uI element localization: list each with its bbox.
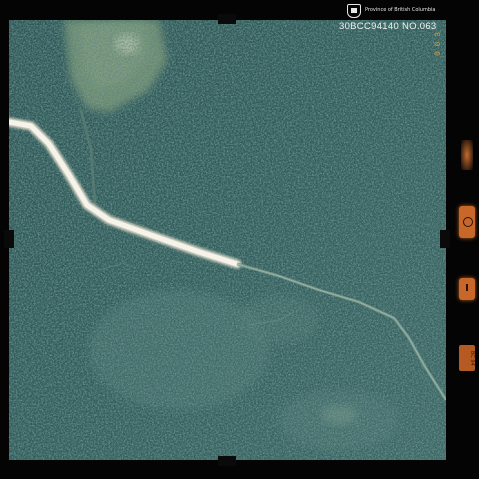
frame-number-edge: 0 6 3 xyxy=(434,31,443,56)
bc-crest-icon xyxy=(347,4,361,18)
side-code-label: BC 94 xyxy=(459,345,475,371)
province-label: Province of British Columbia xyxy=(365,7,436,13)
photo-id-label: 30BCC94140 NO.063 xyxy=(339,21,437,32)
fiducial-left xyxy=(4,230,14,248)
aerial-photo xyxy=(9,20,446,460)
film-frame: Province of British Columbia 30BCC94140 … xyxy=(0,0,479,479)
photo-header: Province of British Columbia 30BCC94140 … xyxy=(333,2,473,36)
level-needle-icon xyxy=(466,284,468,291)
altimeter-gauge xyxy=(459,206,475,238)
fiducial-top xyxy=(218,14,236,24)
fiducial-right xyxy=(440,230,450,248)
fiducial-bottom xyxy=(218,456,236,466)
level-gauge xyxy=(459,278,475,300)
aerial-forest-image xyxy=(9,20,446,460)
altimeter-dial-icon xyxy=(463,217,473,227)
instrument-glow xyxy=(461,140,473,170)
